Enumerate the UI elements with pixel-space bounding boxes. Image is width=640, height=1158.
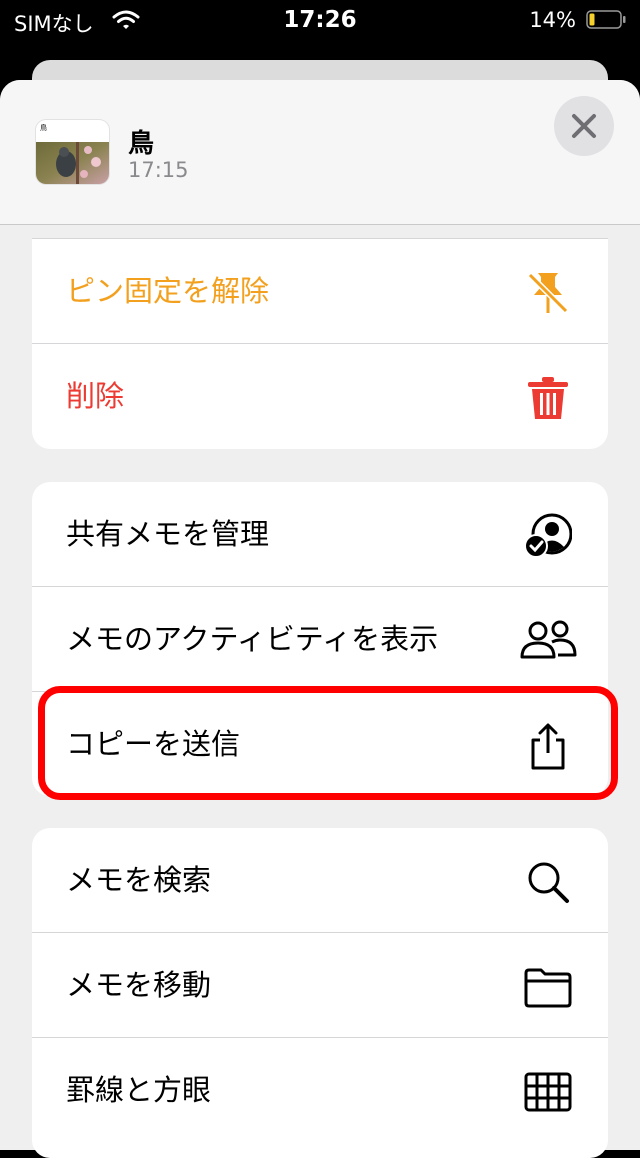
bird-image — [36, 142, 109, 184]
menu-group-note-tools: メモを検索 メモを移動 罫線と方眼 — [32, 828, 608, 1158]
close-icon — [572, 114, 596, 138]
trash-icon — [528, 377, 568, 419]
thumbnail-title: 鳥 — [40, 124, 47, 132]
menu-item-label: メモを移動 — [66, 968, 212, 1002]
menu-item-delete[interactable]: 削除 — [32, 343, 608, 448]
battery-percentage: 14% — [529, 8, 576, 32]
menu-item-label: メモのアクティビティを表示 — [66, 622, 439, 656]
menu-item-label: 罫線と方眼 — [66, 1073, 212, 1107]
menu-item-label: 削除 — [66, 379, 125, 413]
note-title: 鳥 — [128, 129, 155, 159]
menu-item-unpin[interactable]: ピン固定を解除 — [32, 239, 608, 343]
menu-item-label: メモを検索 — [66, 863, 212, 897]
menu-item-label: 共有メモを管理 — [66, 517, 270, 551]
menu-item-manage-shared[interactable]: 共有メモを管理 — [32, 482, 608, 586]
folder-icon — [524, 968, 572, 1008]
close-button[interactable] — [554, 96, 614, 156]
unpin-icon — [527, 272, 569, 314]
battery-icon — [586, 10, 626, 29]
menu-item-lines-grids[interactable]: 罫線と方眼 — [32, 1037, 608, 1142]
person-checkmark-icon — [524, 513, 572, 558]
grid-icon — [524, 1072, 572, 1112]
status-bar: SIMなし 17:26 14% — [0, 0, 640, 40]
menu-item-view-activity[interactable]: メモのアクティビティを表示 — [32, 586, 608, 691]
note-time: 17:15 — [128, 158, 189, 182]
sheet-header: 鳥 鳥 17:15 — [0, 80, 640, 225]
search-icon — [528, 862, 569, 903]
menu-group-pin-delete: ピン固定を解除 削除 — [32, 238, 608, 449]
menu-item-find-in-note[interactable]: メモを検索 — [32, 828, 608, 932]
menu-item-move-note[interactable]: メモを移動 — [32, 932, 608, 1037]
two-people-icon — [520, 620, 577, 659]
menu-item-label: ピン固定を解除 — [66, 274, 270, 308]
note-thumbnail: 鳥 — [36, 120, 109, 184]
highlight-box — [38, 686, 618, 800]
